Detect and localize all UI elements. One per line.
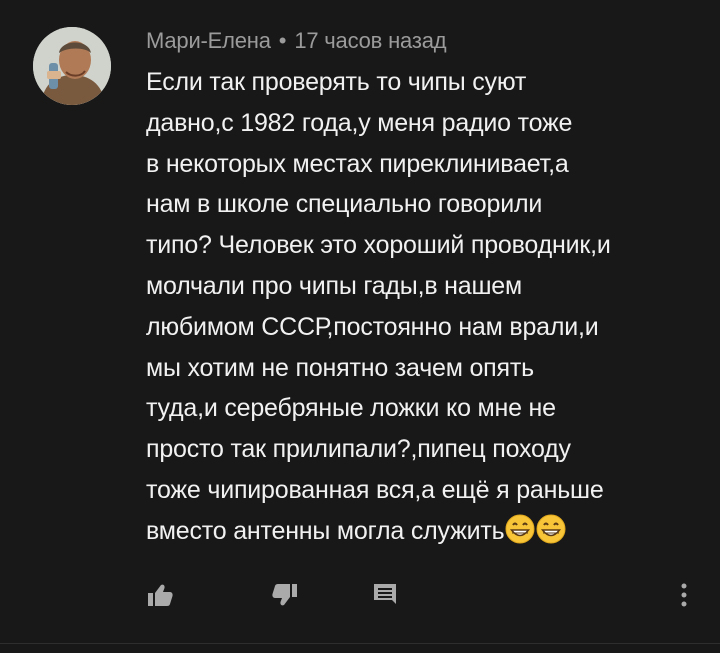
comment-text-line: молчали про чипы гады,в нашем <box>146 271 522 300</box>
divider <box>0 643 720 644</box>
more-vertical-icon <box>681 583 687 607</box>
comment-text-line: туда,и серебряные ложки ко мне не <box>146 394 556 423</box>
avatar-image <box>33 27 111 105</box>
comment-text-line: Если так проверять то чипы суют <box>146 68 527 96</box>
comment-text-line: давно,с 1982 года,у меня радио тоже <box>146 108 573 137</box>
comment-thread-item: Мари-Елена • 17 часов назад Если так прове… <box>0 0 720 653</box>
comment-text: Если так проверять то чипы суют давно,с … <box>146 62 706 552</box>
meta-separator: • <box>278 28 287 53</box>
comment-icon <box>374 584 396 604</box>
thumbs-down-icon <box>272 584 297 606</box>
dislike-button[interactable] <box>265 570 305 620</box>
comment-text-line: просто так прилипали?,пипец походу <box>146 435 571 464</box>
comment-text-line: типо? Человек это хороший проводник,и <box>146 231 611 260</box>
reply-button[interactable] <box>365 570 405 620</box>
comment-text-line: любимом СССР,постоянно нам врали,и <box>146 312 599 341</box>
comment-text-line: в некоторых местах пиреклинивает,а <box>146 149 569 178</box>
comment-actions <box>0 570 720 620</box>
comment-text-line: мы хотим не понятно зачем опять <box>146 353 534 382</box>
comment-text-line-last: вместо антенны могла служить <box>146 511 706 552</box>
author-name[interactable]: Мари-Елена <box>146 28 271 53</box>
comment-text-line: тоже чипированная вся,а ещё я раньше <box>146 475 604 504</box>
avatar[interactable] <box>33 27 111 105</box>
comment-timestamp[interactable]: 17 часов назад <box>294 28 446 53</box>
thumbs-up-icon <box>148 584 173 606</box>
like-button[interactable] <box>140 570 180 620</box>
grinning-face-emoji <box>536 514 566 544</box>
comment-text-line: нам в школе специально говорили <box>146 190 543 219</box>
comment-text-tail: вместо антенны могла служить <box>146 516 505 545</box>
grinning-face-emoji <box>505 514 535 544</box>
more-options-button[interactable] <box>664 570 704 620</box>
comment-meta: Мари-Елена • 17 часов назад <box>146 28 447 54</box>
